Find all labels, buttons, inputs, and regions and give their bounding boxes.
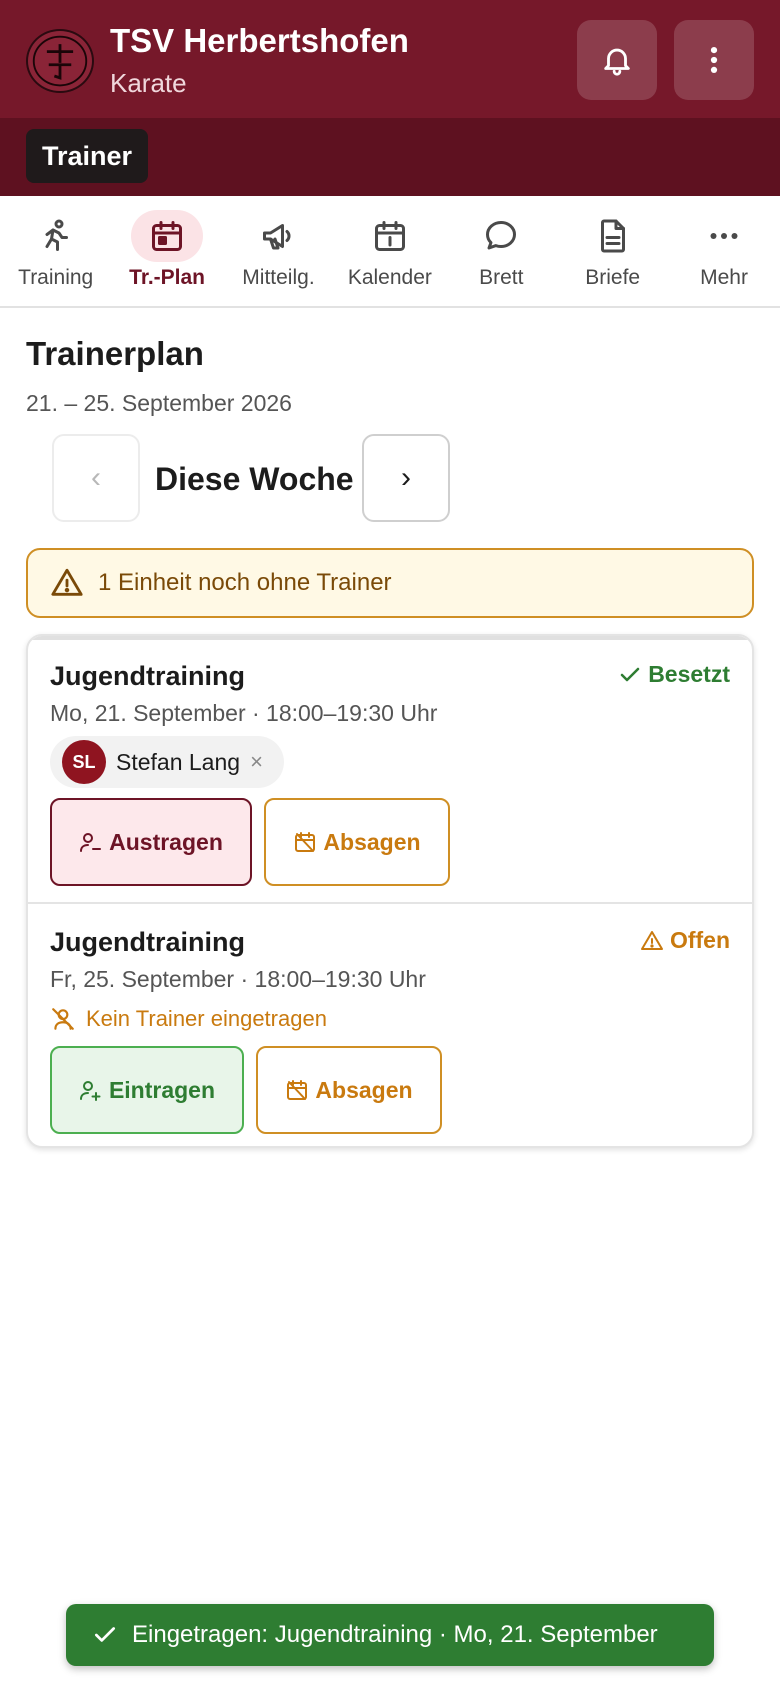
date-range: 21. – 25. September 2026 <box>26 390 292 416</box>
user-plus-icon <box>79 1081 101 1101</box>
week-label: Diese Woche <box>155 461 354 497</box>
page-title: Trainerplan <box>26 335 204 372</box>
calendar-off-icon <box>287 1080 308 1100</box>
status-badge: Besetzt <box>618 661 730 688</box>
app-header: TSV Herbertshofen Karate <box>0 0 780 118</box>
trainer-name: Stefan Lang <box>116 748 241 775</box>
role-bar: Trainer <box>0 118 780 196</box>
session-date: Fr, 25. September · 18:00–19:30 Uhr <box>50 966 426 992</box>
check-icon <box>94 1627 116 1642</box>
warning-icon <box>640 930 663 950</box>
notifications-button[interactable] <box>577 20 657 100</box>
tab-training[interactable]: Training <box>0 196 111 306</box>
calendar-icon <box>374 221 405 251</box>
cancel-session-button[interactable]: Absagen <box>264 798 450 886</box>
tab-more[interactable]: Mehr <box>668 196 779 306</box>
tab-label: Brett <box>479 266 524 289</box>
running-icon <box>45 219 68 251</box>
club-logo <box>26 29 94 93</box>
previous-week-button[interactable]: ‹ <box>52 434 140 522</box>
more-horizontal-icon <box>710 233 738 239</box>
tab-announcements[interactable]: Mitteilg. <box>223 196 334 306</box>
check-icon <box>620 667 640 681</box>
club-name: TSV Herbertshofen <box>110 22 409 59</box>
user-minus-icon <box>80 833 102 852</box>
success-toast: Eingetragen: Jugendtraining · Mo, 21. Se… <box>66 1604 714 1666</box>
warning-banner: 1 Einheit noch ohne Trainer <box>26 548 754 618</box>
overflow-menu-button[interactable] <box>674 20 754 100</box>
calendar-off-icon <box>295 832 316 852</box>
next-week-button[interactable]: › <box>362 434 450 522</box>
warning-icon <box>51 568 83 596</box>
unassign-button[interactable]: Austragen <box>50 798 252 886</box>
tab-label: Mehr <box>700 266 748 289</box>
bell-icon <box>604 48 630 76</box>
avatar: SL <box>62 740 106 784</box>
trainer-chip: SL Stefan Lang × <box>50 736 284 788</box>
tab-letters[interactable]: Briefe <box>557 196 668 306</box>
calendar-grid-icon <box>152 221 183 251</box>
remove-trainer-button[interactable]: × <box>250 749 263 775</box>
toast-text: Eingetragen: Jugendtraining · Mo, 21. Se… <box>132 1621 658 1648</box>
tab-trainer-plan[interactable]: Tr.-Plan <box>111 196 222 306</box>
cancel-session-button[interactable]: Absagen <box>256 1046 442 1134</box>
user-off-icon <box>52 1008 74 1030</box>
no-trainer-notice: Kein Trainer eingetragen <box>50 1006 327 1032</box>
tab-label: Mitteilg. <box>242 266 315 289</box>
session-title: Jugendtraining <box>50 661 245 691</box>
chat-bubble-icon <box>486 221 517 250</box>
sessions-card: Jugendtraining Besetzt Mo, 21. September… <box>26 634 754 1148</box>
tab-bar: Training Tr.-Plan Mitteilg. Kalender Bre… <box>0 196 780 308</box>
tab-board[interactable]: Brett <box>446 196 557 306</box>
status-badge: Offen <box>640 927 730 954</box>
tab-label: Kalender <box>347 266 432 289</box>
tab-label: Briefe <box>585 266 641 289</box>
tab-label: Tr.-Plan <box>129 266 206 289</box>
document-icon <box>600 219 625 253</box>
department-name: Karate <box>110 68 187 98</box>
session-title: Jugendtraining <box>50 927 245 957</box>
more-vertical-icon <box>710 46 718 74</box>
warning-text: 1 Einheit noch ohne Trainer <box>98 569 392 596</box>
session-date: Mo, 21. September · 18:00–19:30 Uhr <box>50 700 438 726</box>
tab-label: Training <box>18 266 94 289</box>
enroll-button[interactable]: Eintragen <box>50 1046 244 1134</box>
role-chip[interactable]: Trainer <box>26 129 149 183</box>
megaphone-icon <box>263 224 291 250</box>
tab-calendar[interactable]: Kalender <box>334 196 445 306</box>
